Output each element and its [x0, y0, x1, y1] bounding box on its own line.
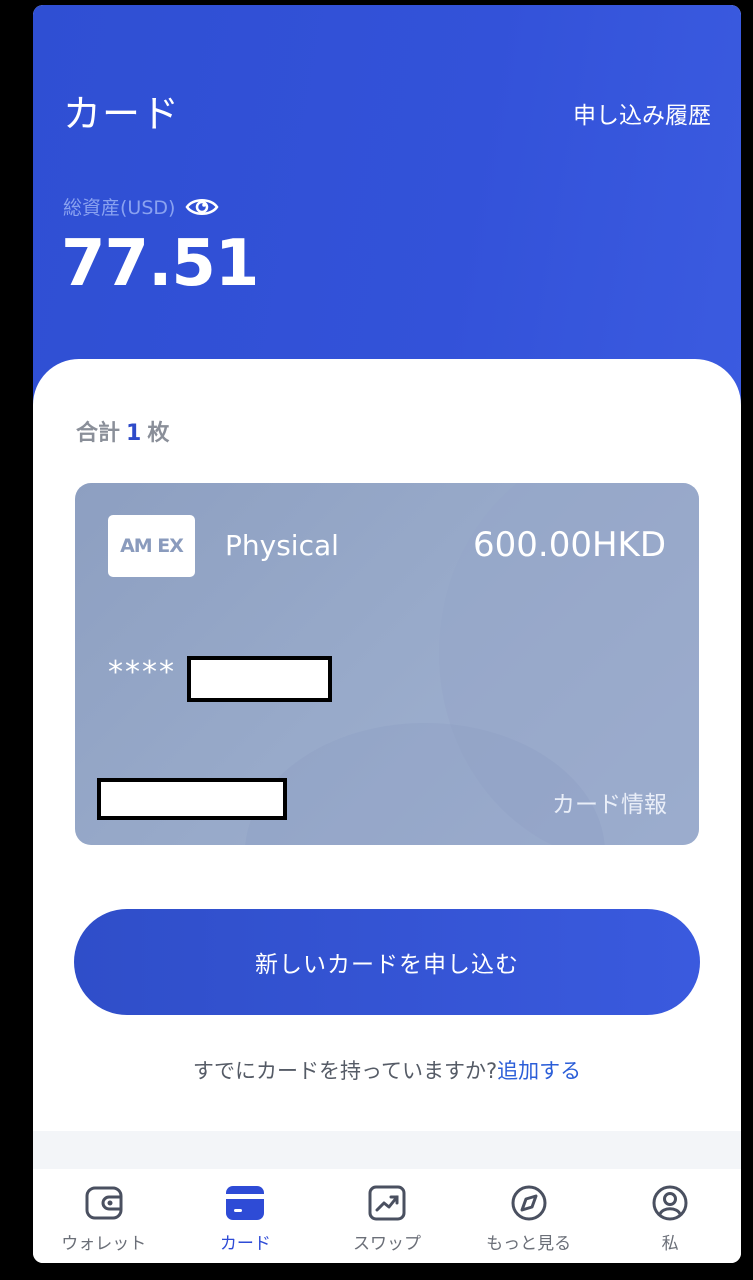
total-assets-text: 総資産(USD): [63, 197, 176, 219]
card-count-prefix: 合計: [76, 421, 121, 446]
application-history-link[interactable]: 申し込み履歴: [573, 96, 711, 130]
card-screen: カード 申し込み履歴 総資産(USD) 77.51 合計 1 枚 AM EX Phy…: [33, 5, 741, 1263]
tab-card[interactable]: カード: [180, 1183, 310, 1254]
redacted-cardholder: [97, 778, 287, 820]
card-type: Physical: [225, 529, 339, 562]
tab-label: 私: [661, 1234, 679, 1254]
existing-card-prompt: すでにカードを持っていますか?追加する: [33, 1055, 741, 1085]
tab-label: ウォレット: [61, 1234, 147, 1254]
page-title: カード: [63, 92, 181, 136]
existing-card-text: すでにカードを持っていますか?: [192, 1059, 498, 1083]
wallet-icon: [85, 1186, 123, 1220]
redacted-card-number: [187, 656, 332, 702]
tab-label: スワップ: [352, 1234, 421, 1254]
swap-chart-icon: [368, 1185, 406, 1221]
profile-icon: [652, 1185, 688, 1221]
cards-panel: 合計 1 枚 AM EX Physical 600.00HKD **** カード情報…: [33, 359, 741, 1139]
apply-new-card-button[interactable]: 新しいカードを申し込む: [74, 909, 700, 1015]
card-count-suffix: 枚: [147, 421, 170, 446]
tab-wallet[interactable]: ウォレット: [39, 1183, 169, 1254]
tabbar-divider: [33, 1131, 741, 1171]
tab-label: カード: [219, 1234, 271, 1254]
tab-swap[interactable]: スワップ: [322, 1183, 452, 1254]
bottom-tab-bar: ウォレット カード スワップ もっと見る 私: [33, 1169, 741, 1263]
total-assets-label: 総資産(USD): [63, 193, 219, 220]
card-number-mask: ****: [108, 655, 176, 690]
card-count: 合計 1 枚: [76, 415, 169, 447]
card-icon: [226, 1186, 265, 1220]
amex-card[interactable]: AM EX Physical 600.00HKD **** カード情報: [75, 483, 699, 845]
tab-more[interactable]: もっと見る: [464, 1183, 594, 1254]
amex-logo: AM EX: [108, 515, 195, 577]
card-info-link[interactable]: カード情報: [552, 785, 667, 819]
card-balance: 600.00HKD: [472, 525, 666, 565]
tab-me[interactable]: 私: [605, 1183, 735, 1254]
add-card-link[interactable]: 追加する: [497, 1059, 581, 1083]
total-assets-value: 77.51: [61, 227, 259, 301]
compass-icon: [511, 1185, 547, 1221]
card-count-number: 1: [126, 421, 142, 446]
tab-label: もっと見る: [486, 1234, 572, 1254]
eye-icon[interactable]: [185, 196, 219, 218]
